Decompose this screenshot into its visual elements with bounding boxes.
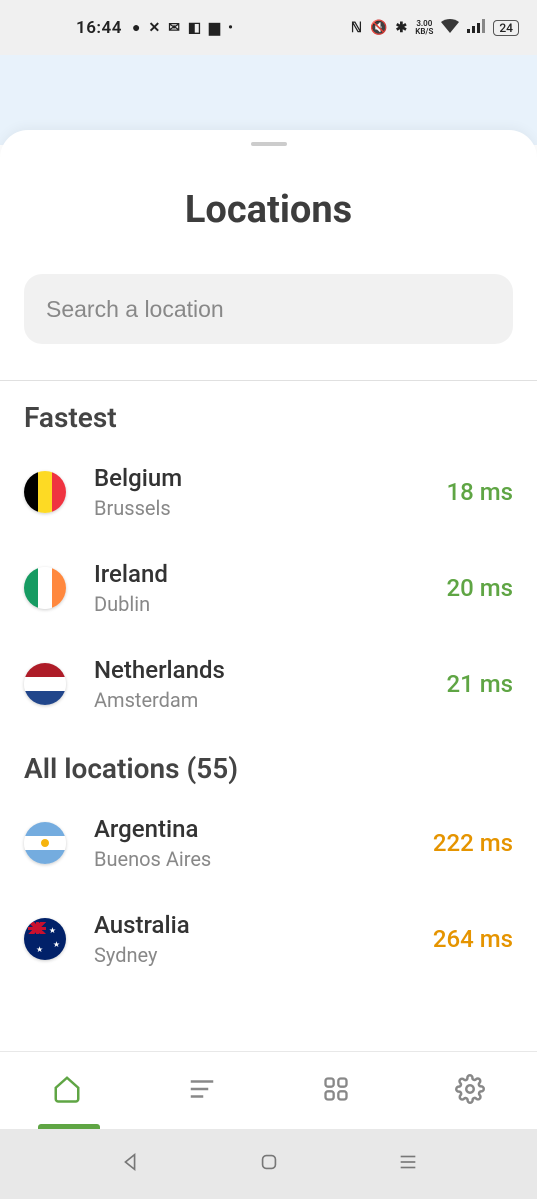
mute-icon: 🔇 (370, 20, 387, 36)
tab-bar (0, 1051, 537, 1129)
app-icon: ◧ (188, 20, 201, 36)
bluetooth-icon: ✱ (396, 20, 408, 36)
tab-list[interactable] (187, 1074, 217, 1108)
network-speed: 3.00 KB/S (415, 20, 433, 36)
locations-sheet: Locations Fastest Belgium Brussels 18 ms… (0, 130, 537, 1199)
country-label: Belgium (94, 464, 446, 492)
nfc-icon: ℕ (351, 20, 362, 36)
signal-icon (467, 19, 485, 37)
city-label: Sydney (94, 943, 433, 967)
page-title: Locations (0, 188, 537, 232)
tab-settings[interactable] (455, 1074, 485, 1108)
mail-icon: ✉ (168, 20, 180, 36)
missed-call-icon: ✕ (148, 20, 160, 36)
location-row-netherlands[interactable]: Netherlands Amsterdam 21 ms (24, 636, 513, 732)
search-input[interactable] (24, 274, 513, 344)
ping-value: 21 ms (446, 670, 513, 698)
fastest-list: Belgium Brussels 18 ms Ireland Dublin 20… (0, 444, 537, 732)
city-label: Buenos Aires (94, 847, 433, 871)
nav-home[interactable] (258, 1151, 280, 1177)
country-label: Netherlands (94, 656, 446, 684)
ping-value: 264 ms (433, 925, 513, 953)
flag-netherlands-icon (24, 663, 66, 705)
wifi-icon (441, 19, 459, 37)
flag-australia-icon: ★ ★ ★ (24, 918, 66, 960)
android-nav-bar (0, 1129, 537, 1199)
country-label: Argentina (94, 815, 433, 843)
city-label: Brussels (94, 496, 446, 520)
battery-indicator: 24 (493, 20, 519, 36)
ping-value: 20 ms (446, 574, 513, 602)
more-icon: • (228, 20, 233, 36)
status-icons-right: ℕ 🔇 ✱ 3.00 KB/S 24 (351, 19, 519, 37)
city-label: Dublin (94, 592, 446, 616)
city-label: Amsterdam (94, 688, 446, 712)
tab-home[interactable] (52, 1074, 82, 1108)
status-icons-left: ● ✕ ✉ ◧ ▆ • (132, 19, 233, 36)
flag-ireland-icon (24, 567, 66, 609)
section-all-label: All locations (55) (0, 732, 537, 795)
country-label: Australia (94, 911, 433, 939)
status-time: 16:44 (76, 18, 122, 38)
location-row-australia[interactable]: ★ ★ ★ Australia Sydney 264 ms (24, 891, 513, 987)
chat-icon: ● (132, 19, 140, 36)
tab-apps[interactable] (322, 1075, 350, 1107)
flag-belgium-icon (24, 471, 66, 513)
ping-value: 222 ms (433, 829, 513, 857)
section-fastest-label: Fastest (0, 381, 537, 444)
location-row-ireland[interactable]: Ireland Dublin 20 ms (24, 540, 513, 636)
app-icon-2: ▆ (209, 20, 220, 36)
location-row-argentina[interactable]: Argentina Buenos Aires 222 ms (24, 795, 513, 891)
flag-argentina-icon (24, 822, 66, 864)
country-label: Ireland (94, 560, 446, 588)
ping-value: 18 ms (446, 478, 513, 506)
status-bar: 16:44 ● ✕ ✉ ◧ ▆ • ℕ 🔇 ✱ 3.00 KB/S 24 (0, 0, 537, 55)
nav-recent[interactable] (397, 1151, 419, 1177)
all-list: Argentina Buenos Aires 222 ms ★ ★ ★ Aust… (0, 795, 537, 987)
nav-back[interactable] (119, 1151, 141, 1177)
location-row-belgium[interactable]: Belgium Brussels 18 ms (24, 444, 513, 540)
sheet-handle[interactable] (251, 142, 287, 146)
